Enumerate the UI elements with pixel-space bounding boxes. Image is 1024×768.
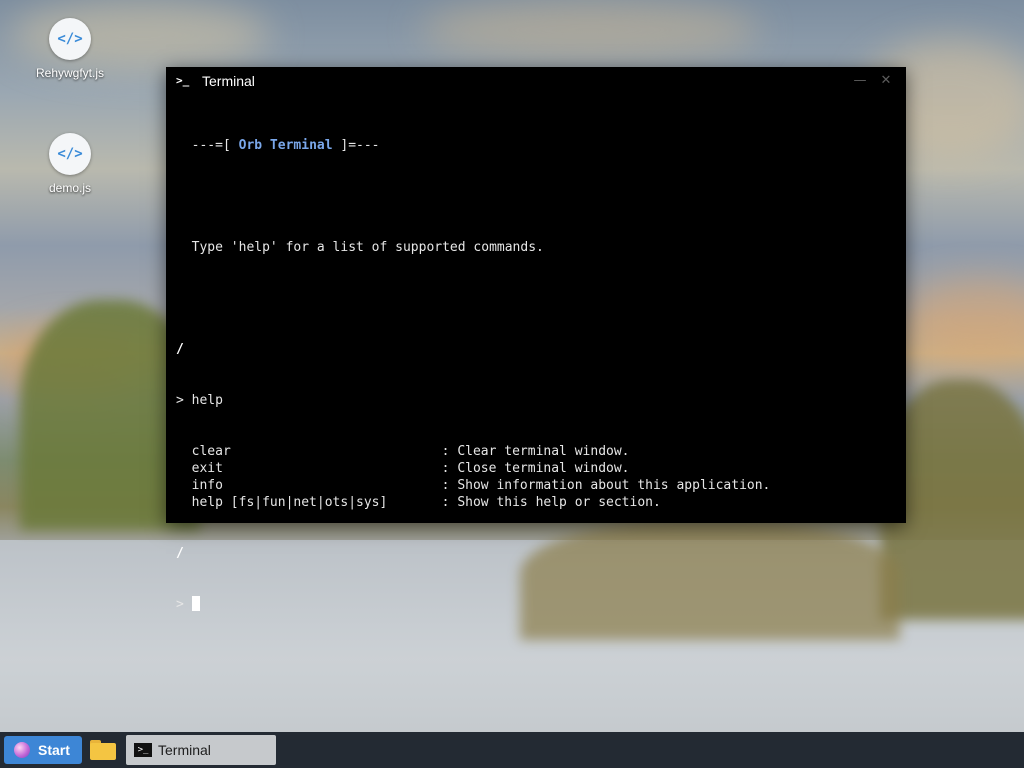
help-row: clear: Clear terminal window. (176, 443, 896, 460)
terminal-icon: >_ (176, 74, 190, 87)
command-text: help (191, 393, 223, 408)
input-line[interactable]: > (176, 596, 896, 613)
banner-name: Orb Terminal (238, 138, 333, 153)
help-description: Clear terminal window. (457, 444, 630, 459)
help-separator: : (441, 478, 450, 493)
banner-suffix: ]=--- (332, 138, 380, 153)
desktop-icon-demo[interactable]: </> demo.js (30, 133, 110, 195)
orb-logo-icon (14, 742, 30, 758)
start-label: Start (38, 742, 70, 758)
taskbar: Start >_ Terminal (0, 732, 1024, 768)
help-command: clear (191, 444, 231, 459)
path-marker: / (176, 546, 184, 561)
help-command: info (191, 478, 223, 493)
folder-icon[interactable] (90, 740, 116, 760)
code-file-icon: </> (49, 133, 91, 175)
help-description: Show this help or section. (457, 495, 661, 510)
terminal-output[interactable]: ---=[ Orb Terminal ]=--- Type 'help' for… (176, 103, 896, 612)
minimize-icon[interactable]: — (852, 73, 868, 89)
banner-prefix: ---=[ (191, 138, 239, 153)
path-marker: / (176, 342, 184, 357)
text-cursor (191, 596, 200, 611)
terminal-banner: ---=[ Orb Terminal ]=--- (176, 137, 896, 154)
intro-text: Type 'help' for a list of supported comm… (191, 240, 544, 255)
desktop-icon-label: Rehywgfyt.js (35, 66, 105, 80)
window-titlebar[interactable]: >_ Terminal — ✕ (166, 67, 906, 95)
window-title: Terminal (202, 73, 255, 89)
help-command: exit (191, 461, 223, 476)
help-row: exit: Close terminal window. (176, 460, 896, 477)
help-description: Show information about this application. (457, 478, 771, 493)
help-separator: : (441, 444, 450, 459)
help-description: Close terminal window. (457, 461, 630, 476)
close-icon[interactable]: ✕ (878, 73, 894, 89)
start-button[interactable]: Start (4, 736, 82, 764)
command-line: > help (176, 392, 896, 409)
terminal-intro: Type 'help' for a list of supported comm… (176, 239, 896, 256)
help-output: clear: Clear terminal window. exit: Clos… (176, 443, 896, 511)
prompt-symbol: > (176, 393, 184, 408)
desktop-icon-label: demo.js (48, 181, 92, 195)
desktop-icon-rehywgfyt[interactable]: </> Rehywgfyt.js (30, 18, 110, 80)
terminal-icon: >_ (134, 743, 152, 757)
taskbar-item-terminal[interactable]: >_ Terminal (126, 735, 276, 765)
terminal-window[interactable]: >_ Terminal — ✕ ---=[ Orb Terminal ]=---… (166, 67, 906, 612)
prompt-symbol: > (176, 597, 184, 612)
help-separator: : (441, 495, 450, 510)
help-row: info: Show information about this applic… (176, 477, 896, 494)
help-row: help [fs|fun|net|ots|sys]: Show this hel… (176, 494, 896, 511)
help-separator: : (441, 461, 450, 476)
help-command: help [fs|fun|net|ots|sys] (191, 495, 388, 510)
wallpaper-cloud (900, 280, 1024, 360)
taskbar-item-label: Terminal (158, 742, 211, 758)
wallpaper-cloud (420, 0, 760, 60)
code-file-icon: </> (49, 18, 91, 60)
